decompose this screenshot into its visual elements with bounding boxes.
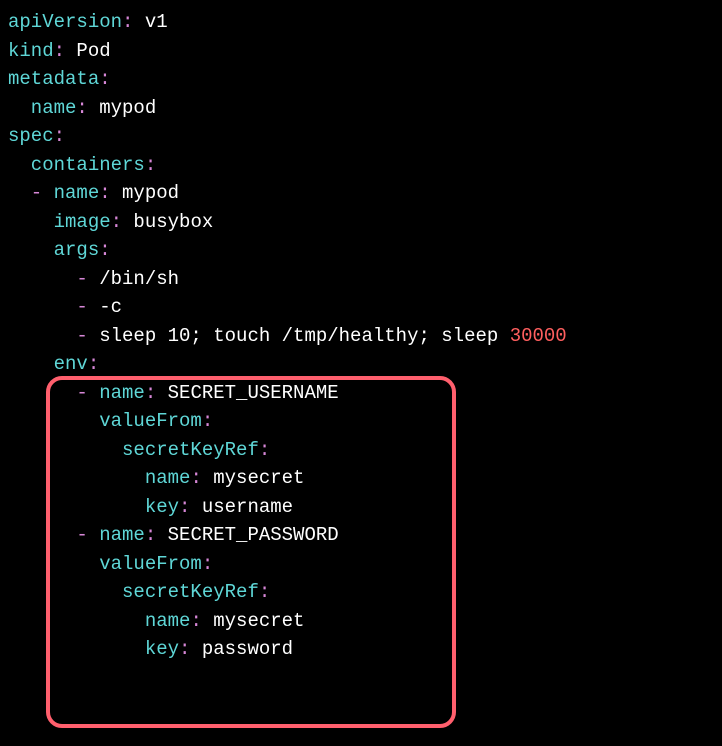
yaml-value: username: [190, 496, 293, 518]
yaml-key: image: [8, 211, 111, 233]
yaml-dash: -: [8, 268, 99, 290]
yaml-colon: :: [99, 239, 110, 261]
yaml-colon: :: [145, 154, 156, 176]
yaml-key: args: [8, 239, 99, 261]
yaml-colon: :: [145, 524, 156, 546]
yaml-value: mypod: [111, 182, 179, 204]
yaml-key: key: [8, 638, 179, 660]
yaml-dash: -: [8, 382, 99, 404]
yaml-value: mypod: [88, 97, 156, 119]
yaml-colon: :: [190, 467, 201, 489]
yaml-code-block: apiVersion: v1 kind: Pod metadata: name:…: [8, 8, 714, 664]
code-line: image: busybox: [8, 208, 714, 237]
yaml-value: Pod: [65, 40, 111, 62]
yaml-key: spec: [8, 125, 54, 147]
yaml-key: name: [54, 182, 100, 204]
code-line: secretKeyRef:: [8, 578, 714, 607]
yaml-value: mysecret: [202, 610, 305, 632]
yaml-key: apiVersion: [8, 11, 122, 33]
yaml-value: SECRET_PASSWORD: [156, 524, 338, 546]
code-line: name: mysecret: [8, 607, 714, 636]
yaml-key: name: [99, 382, 145, 404]
code-line: metadata:: [8, 65, 714, 94]
code-line: secretKeyRef:: [8, 436, 714, 465]
yaml-key: containers: [8, 154, 145, 176]
yaml-key: env: [8, 353, 88, 375]
yaml-key: name: [8, 467, 190, 489]
yaml-key: kind: [8, 40, 54, 62]
yaml-key: valueFrom: [8, 410, 202, 432]
yaml-key: name: [99, 524, 145, 546]
yaml-dash: -: [8, 296, 99, 318]
code-line: key: password: [8, 635, 714, 664]
code-line: - name: SECRET_PASSWORD: [8, 521, 714, 550]
yaml-colon: :: [259, 581, 270, 603]
yaml-key: metadata: [8, 68, 99, 90]
yaml-value: password: [190, 638, 293, 660]
yaml-value: mysecret: [202, 467, 305, 489]
code-line: name: mypod: [8, 94, 714, 123]
yaml-colon: :: [54, 125, 65, 147]
yaml-value: SECRET_USERNAME: [156, 382, 338, 404]
yaml-key: secretKeyRef: [8, 581, 259, 603]
code-line: spec:: [8, 122, 714, 151]
yaml-dash: -: [8, 524, 99, 546]
code-line: - sleep 10; touch /tmp/healthy; sleep 30…: [8, 322, 714, 351]
code-line: kind: Pod: [8, 37, 714, 66]
yaml-key: name: [8, 610, 190, 632]
yaml-number: 30000: [510, 325, 567, 347]
code-line: - name: mypod: [8, 179, 714, 208]
code-line: - -c: [8, 293, 714, 322]
yaml-colon: :: [88, 353, 99, 375]
yaml-colon: :: [202, 553, 213, 575]
yaml-colon: :: [202, 410, 213, 432]
yaml-colon: :: [76, 97, 87, 119]
code-line: name: mysecret: [8, 464, 714, 493]
code-line: key: username: [8, 493, 714, 522]
yaml-colon: :: [54, 40, 65, 62]
code-line: - name: SECRET_USERNAME: [8, 379, 714, 408]
yaml-colon: :: [190, 610, 201, 632]
yaml-value: v1: [133, 11, 167, 33]
yaml-key: key: [8, 496, 179, 518]
yaml-colon: :: [111, 211, 122, 233]
yaml-value: sleep 10; touch /tmp/healthy; sleep: [99, 325, 509, 347]
code-line: env:: [8, 350, 714, 379]
yaml-key: valueFrom: [8, 553, 202, 575]
yaml-colon: :: [122, 11, 133, 33]
code-line: valueFrom:: [8, 407, 714, 436]
yaml-value: /bin/sh: [99, 268, 179, 290]
yaml-key: name: [8, 97, 76, 119]
yaml-colon: :: [179, 496, 190, 518]
yaml-colon: :: [179, 638, 190, 660]
yaml-value: busybox: [122, 211, 213, 233]
yaml-colon: :: [145, 382, 156, 404]
yaml-colon: :: [99, 68, 110, 90]
yaml-colon: :: [259, 439, 270, 461]
yaml-colon: :: [99, 182, 110, 204]
code-line: args:: [8, 236, 714, 265]
yaml-value: -c: [99, 296, 122, 318]
yaml-dash: -: [8, 182, 54, 204]
code-line: apiVersion: v1: [8, 8, 714, 37]
code-line: containers:: [8, 151, 714, 180]
code-line: valueFrom:: [8, 550, 714, 579]
yaml-dash: -: [8, 325, 99, 347]
yaml-key: secretKeyRef: [8, 439, 259, 461]
code-line: - /bin/sh: [8, 265, 714, 294]
